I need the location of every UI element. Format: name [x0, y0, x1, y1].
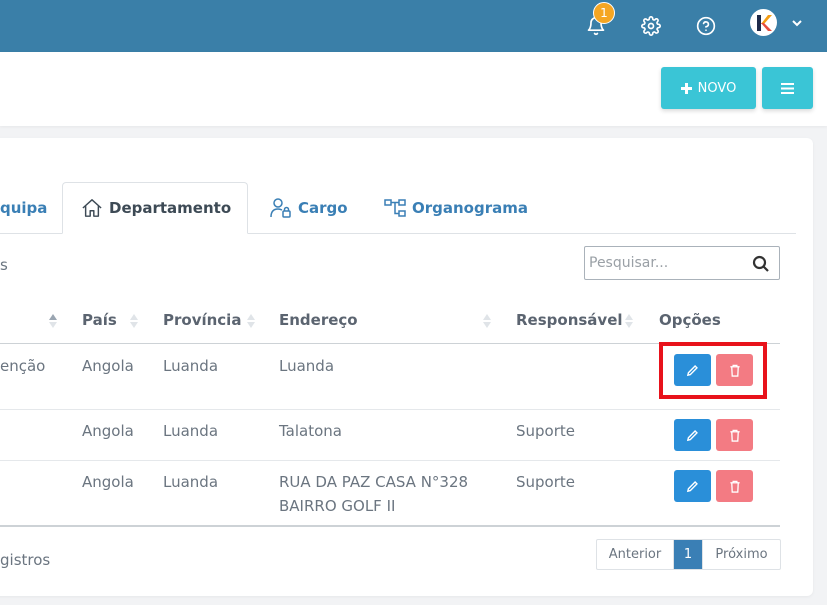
sort-icon[interactable] [129, 311, 139, 331]
tab-label: Organograma [412, 199, 529, 217]
column-header-opcoes: Opções [659, 311, 721, 329]
tab-label: quipa [0, 199, 48, 217]
sort-icon[interactable] [48, 311, 58, 331]
table-cell: Suporte [516, 422, 576, 440]
sort-icon[interactable] [624, 311, 634, 331]
chevron-down-icon[interactable] [789, 15, 805, 31]
row-divider [0, 409, 780, 410]
row-divider [0, 460, 780, 461]
sort-icon[interactable] [246, 311, 256, 331]
tab-equipa[interactable]: quipa [0, 182, 47, 234]
table-cell: Angola [82, 357, 134, 375]
trash-icon [729, 480, 740, 493]
table-info-text: gistros [0, 551, 51, 569]
search-box[interactable] [584, 246, 780, 280]
table-cell: Luanda [163, 422, 219, 440]
edit-button[interactable] [674, 470, 711, 502]
help-icon[interactable] [691, 11, 721, 41]
tab-organograma[interactable]: Organograma [384, 182, 528, 234]
plus-icon [680, 82, 692, 94]
notification-badge: 1 [593, 2, 615, 24]
column-header-provincia[interactable]: Província [163, 311, 241, 329]
search-icon[interactable] [752, 255, 770, 273]
entries-length-text: s [0, 256, 8, 274]
table-bottom-border [0, 525, 780, 527]
table-cell: Luanda [163, 473, 219, 491]
home-icon [82, 199, 102, 217]
table-cell: Luanda [163, 357, 219, 375]
hamburger-icon [781, 82, 794, 94]
edit-button[interactable] [674, 419, 711, 451]
new-button[interactable]: NOVO [661, 67, 756, 109]
tab-departamento[interactable]: Departamento [62, 182, 248, 234]
pagination: Anterior 1 Próximo [596, 539, 781, 570]
menu-button[interactable] [762, 67, 813, 109]
pencil-icon [686, 480, 698, 492]
search-input[interactable] [589, 251, 749, 275]
column-header-responsavel[interactable]: Responsável [516, 311, 623, 329]
tab-label: Departamento [109, 199, 232, 217]
delete-button[interactable] [716, 419, 753, 451]
table-cell: Angola [82, 473, 134, 491]
previous-page-button[interactable]: Anterior [597, 540, 674, 569]
org-chart-icon [384, 199, 406, 217]
column-header-pais[interactable]: País [82, 311, 117, 329]
tab-cargo[interactable]: Cargo [270, 182, 348, 234]
pencil-icon [686, 429, 698, 441]
page-1-button[interactable]: 1 [674, 540, 702, 569]
table-cell: Talatona [279, 422, 342, 440]
table-cell: Suporte [516, 473, 576, 491]
table-cell: enção [0, 357, 46, 375]
trash-icon [729, 429, 740, 442]
next-page-button[interactable]: Próximo [702, 540, 780, 569]
sort-icon[interactable] [482, 311, 492, 331]
table-cell: Luanda [279, 357, 335, 375]
table-cell: RUA DA PAZ CASA N°328 [279, 473, 469, 491]
column-header-endereco[interactable]: Endereço [279, 311, 358, 329]
user-lock-icon [270, 198, 291, 218]
gear-icon[interactable] [636, 11, 666, 41]
table-cell: Angola [82, 422, 134, 440]
highlight-box [659, 342, 767, 399]
new-button-label: NOVO [697, 80, 737, 96]
avatar[interactable] [750, 9, 777, 36]
tab-label: Cargo [298, 199, 348, 217]
delete-button[interactable] [716, 470, 753, 502]
table-cell: BAIRRO GOLF II [279, 497, 396, 515]
